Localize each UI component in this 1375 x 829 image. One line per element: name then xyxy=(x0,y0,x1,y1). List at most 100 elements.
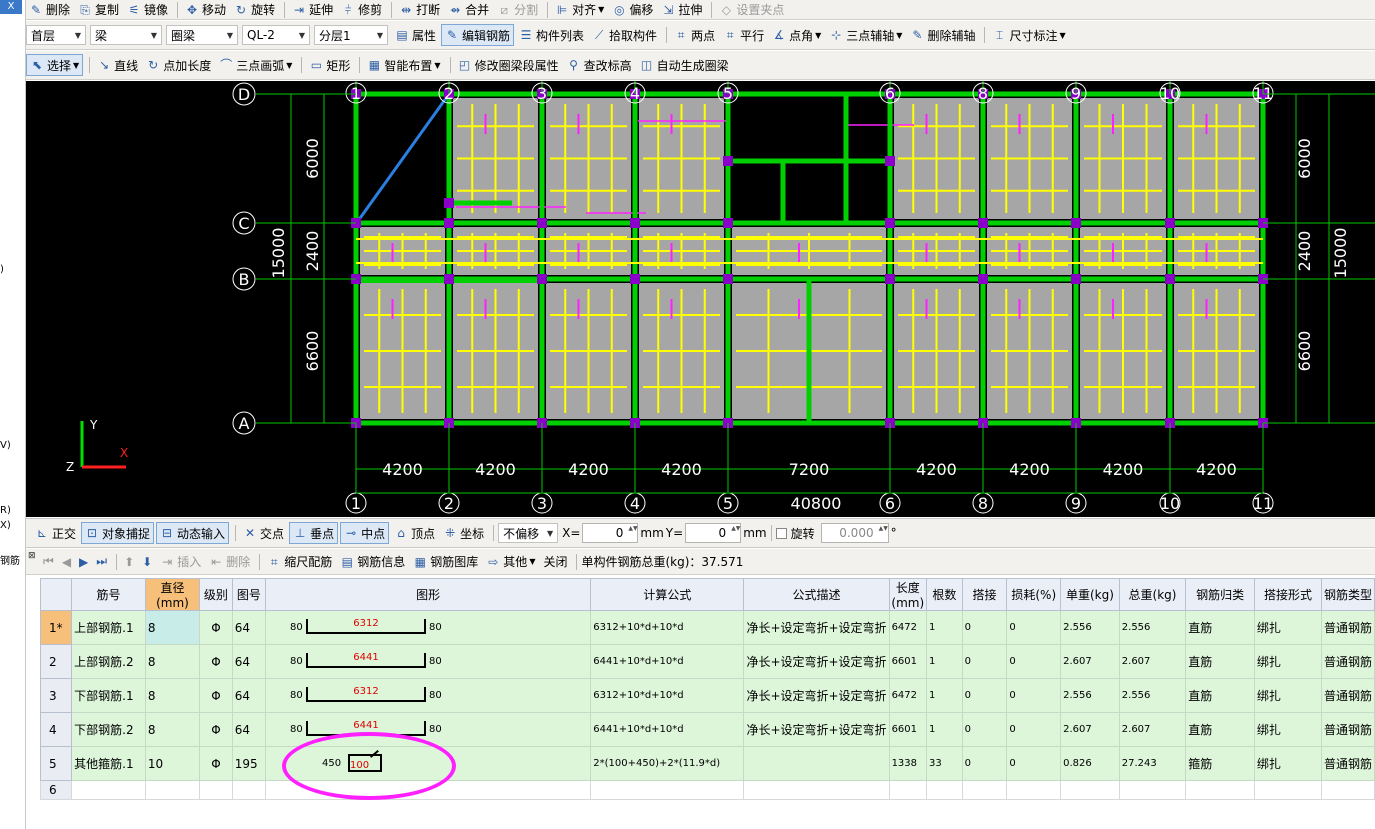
point-angle-dropdown-icon[interactable]: ▼ xyxy=(815,31,821,40)
stretch-button[interactable]: ⇲ 拉伸 xyxy=(658,0,705,19)
empty-cell[interactable] xyxy=(590,780,745,800)
dimension-dropdown-icon[interactable]: ▼ xyxy=(1059,31,1065,40)
cell-loss[interactable]: 0 xyxy=(1006,610,1062,645)
cell-dia[interactable]: 8 xyxy=(144,610,201,645)
cell-grade[interactable]: Φ xyxy=(199,610,233,645)
check-elevation-button[interactable]: ⚲ 查改标高 xyxy=(564,54,635,76)
cell-unit[interactable]: 0.826 xyxy=(1060,746,1120,781)
column-header[interactable]: 损耗(%) xyxy=(1006,578,1062,611)
cell-name[interactable]: 下部钢筋.2 xyxy=(71,712,146,747)
cell-formula[interactable]: 6312+10*d+10*d xyxy=(590,610,745,645)
cell-rtype[interactable]: 普通钢筋 xyxy=(1320,610,1375,645)
empty-cell[interactable] xyxy=(743,780,890,800)
cell-loss[interactable]: 0 xyxy=(1006,678,1062,713)
column-header[interactable]: 直径(mm) xyxy=(144,578,201,611)
column-header[interactable]: 长度(mm) xyxy=(888,578,928,611)
empty-cell[interactable] xyxy=(1060,780,1120,800)
row-number[interactable]: 4 xyxy=(39,712,73,747)
floor-plan[interactable]: 112233445566889910101111DCBA4200 4200 4200… xyxy=(26,81,1375,517)
cell-unit[interactable]: 2.556 xyxy=(1060,610,1120,645)
trim-button[interactable]: ⫩ 修剪 xyxy=(338,0,385,19)
cell-shape[interactable]: 80 6312 80 xyxy=(264,610,592,645)
empty-cell[interactable] xyxy=(888,780,928,800)
break-button[interactable]: ⇹ 打断 xyxy=(396,0,443,19)
empty-cell[interactable] xyxy=(231,780,266,800)
empty-cell[interactable] xyxy=(1253,780,1322,800)
delete-button[interactable]: ✎ 删除 xyxy=(26,0,73,19)
rotate-button[interactable]: ↻ 旋转 xyxy=(231,0,278,19)
ortho-button[interactable]: ⊾ 正交 xyxy=(32,522,79,544)
row-number[interactable]: 6 xyxy=(39,780,73,800)
empty-cell[interactable] xyxy=(1118,780,1187,800)
column-header[interactable]: 筋号 xyxy=(71,578,146,611)
cell-shape[interactable]: 80 6312 80 xyxy=(264,678,592,713)
cell-dia[interactable]: 8 xyxy=(144,678,201,713)
three-point-arc-dropdown-icon[interactable]: ▼ xyxy=(286,61,292,70)
cell-fig[interactable]: 64 xyxy=(231,610,266,645)
column-header[interactable]: 级别 xyxy=(199,578,233,611)
cell-cat[interactable]: 箍筋 xyxy=(1185,746,1255,781)
empty-cell[interactable] xyxy=(71,780,146,800)
cell-fig[interactable]: 64 xyxy=(231,644,266,679)
cell-count[interactable]: 1 xyxy=(926,610,963,645)
cell-unit[interactable]: 2.607 xyxy=(1060,712,1120,747)
y-coordinate-input[interactable]: 0 xyxy=(685,523,742,543)
cell-formula[interactable]: 6312+10*d+10*d xyxy=(590,678,745,713)
cell-desc[interactable]: 净长+设定弯折+设定弯折 xyxy=(743,610,890,645)
copy-button[interactable]: ⎘ 复制 xyxy=(75,0,122,19)
align-dropdown-icon[interactable]: ▼ xyxy=(598,5,604,14)
empty-cell[interactable] xyxy=(961,780,1008,800)
cell-cat[interactable]: 直筋 xyxy=(1185,644,1255,679)
move-down-button[interactable]: ⬇ xyxy=(139,551,155,573)
subtype-select[interactable]: 圈梁 ▼ xyxy=(166,25,238,45)
cell-desc[interactable]: 净长+设定弯折+设定弯折 xyxy=(743,712,890,747)
dynamic-input-button[interactable]: ⊟ 动态输入 xyxy=(156,522,230,544)
table-row[interactable]: 1* 上部钢筋.1 8 Φ 64 80 6312 80 6312+10*d+10*d 净长+设定弯… xyxy=(39,610,1375,645)
three-point-axis-dropdown-icon[interactable]: ▼ xyxy=(896,31,902,40)
table-row[interactable]: 4 下部钢筋.2 8 Φ 64 80 6441 80 6441+10*d+10*d 净长+设定弯折… xyxy=(39,712,1375,747)
cell-len[interactable]: 6472 xyxy=(888,610,928,645)
empty-cell[interactable] xyxy=(1320,780,1375,800)
point-length-button[interactable]: ↻ 点加长度 xyxy=(143,54,214,76)
split-button[interactable]: ⧄ 分割 xyxy=(494,0,541,19)
properties-button[interactable]: ▤ 属性 xyxy=(392,24,439,46)
set-grip-button[interactable]: ◇ 设置夹点 xyxy=(716,0,787,19)
member-select[interactable]: QL-2 ▼ xyxy=(242,25,310,45)
column-header[interactable]: 搭接 xyxy=(961,578,1008,611)
cell-lapform[interactable]: 绑扎 xyxy=(1253,712,1322,747)
cell-name[interactable]: 上部钢筋.1 xyxy=(71,610,146,645)
cell-unit[interactable]: 2.607 xyxy=(1060,644,1120,679)
layer-select[interactable]: 分层1 ▼ xyxy=(314,25,388,45)
other-dropdown-icon[interactable]: ▼ xyxy=(529,557,535,566)
column-header[interactable]: 计算公式 xyxy=(590,578,745,611)
rectangle-button[interactable]: ▭ 矩形 xyxy=(306,54,353,76)
cell-formula[interactable]: 6441+10*d+10*d xyxy=(590,712,745,747)
cell-count[interactable]: 1 xyxy=(926,644,963,679)
cell-total[interactable]: 27.243 xyxy=(1118,746,1187,781)
row-number[interactable]: 5 xyxy=(39,746,73,781)
delete-axis-button[interactable]: ✎ 删除辅轴 xyxy=(907,24,978,46)
offset-mode-select[interactable]: 不偏移 ▼ xyxy=(498,523,559,543)
insert-button[interactable]: ⇥ 插入 xyxy=(157,551,204,573)
cell-lap[interactable]: 0 xyxy=(961,712,1008,747)
delete-row-button[interactable]: ⇤ 删除 xyxy=(206,551,253,573)
type-select[interactable]: 梁 ▼ xyxy=(90,25,162,45)
cell-lapform[interactable]: 绑扎 xyxy=(1253,610,1322,645)
cell-lap[interactable]: 0 xyxy=(961,678,1008,713)
cell-rtype[interactable]: 普通钢筋 xyxy=(1320,644,1375,679)
first-record-button[interactable]: ⏮ xyxy=(40,551,57,573)
close-button[interactable]: 关闭 xyxy=(540,551,570,573)
smart-layout-button[interactable]: ▦ 智能布置 ▼ xyxy=(364,54,443,76)
cell-name[interactable]: 下部钢筋.1 xyxy=(71,678,146,713)
cell-dia[interactable]: 8 xyxy=(144,644,201,679)
select-button[interactable]: ⬉ 选择 ▼ xyxy=(26,54,84,76)
select-dropdown-icon[interactable]: ▼ xyxy=(73,61,79,70)
cell-len[interactable]: 6601 xyxy=(888,712,928,747)
cell-total[interactable]: 2.607 xyxy=(1118,712,1187,747)
cell-grade[interactable]: Φ xyxy=(199,644,233,679)
edit-rebar-button[interactable]: ✎ 编辑钢筋 xyxy=(441,24,515,46)
empty-cell[interactable] xyxy=(144,780,201,800)
two-point-button[interactable]: ⌗ 两点 xyxy=(671,24,718,46)
cell-fig[interactable]: 195 xyxy=(231,746,266,781)
rebar-info-button[interactable]: ▤ 钢筋信息 xyxy=(337,551,408,573)
